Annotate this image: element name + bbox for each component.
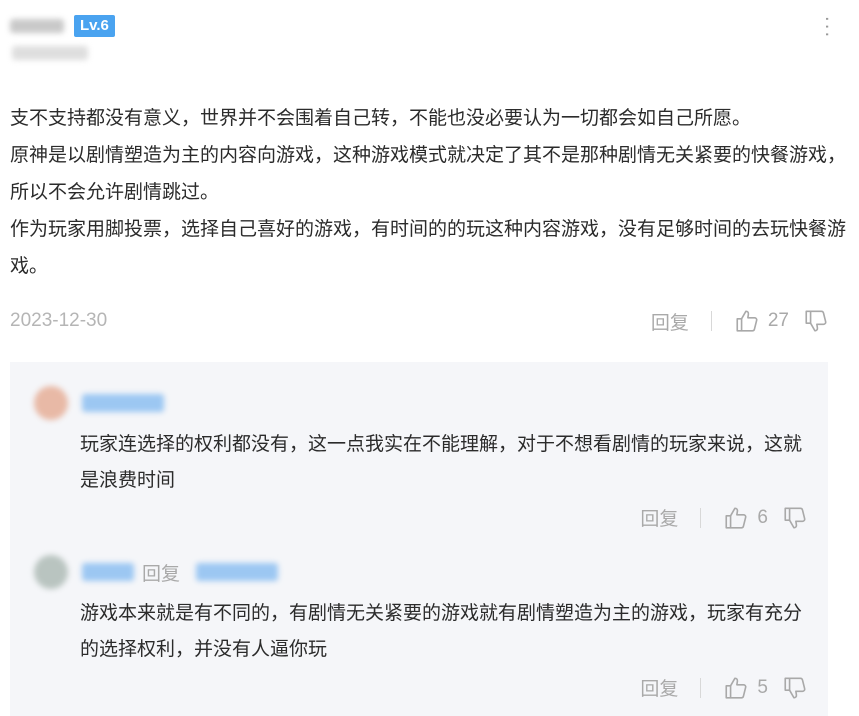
author-subinfo-blurred bbox=[12, 46, 88, 60]
reply-button[interactable]: 回复 bbox=[640, 504, 678, 531]
thumbs-up-icon[interactable] bbox=[723, 675, 749, 701]
comment-author-row: Lv.6 bbox=[10, 13, 115, 39]
like-count: 6 bbox=[757, 506, 768, 528]
author-name-blurred[interactable] bbox=[10, 19, 64, 33]
thumbs-up-icon[interactable] bbox=[734, 308, 760, 334]
comment-paragraph: 原神是以剧情塑造为主的内容向游戏，这种游戏模式就决定了其不是那种剧情无关紧要的快… bbox=[10, 144, 847, 203]
reply-author-blurred[interactable] bbox=[82, 563, 134, 581]
reply-meta-row: 回复 6 bbox=[640, 504, 808, 531]
more-vertical-icon[interactable]: ··· bbox=[816, 16, 837, 39]
thumbs-down-icon[interactable] bbox=[782, 505, 808, 531]
like-count: 5 bbox=[757, 676, 768, 698]
reply-button[interactable]: 回复 bbox=[640, 674, 678, 701]
avatar[interactable] bbox=[34, 555, 68, 589]
thumbs-down-icon[interactable] bbox=[803, 308, 829, 334]
like-count: 27 bbox=[767, 310, 789, 331]
reply-meta-row: 回复 5 bbox=[640, 674, 808, 701]
reply-item: 回复 游戏本来就是有不同的，有剧情无关紧要的游戏就有剧情塑造为主的游戏，玩家有充… bbox=[10, 537, 828, 716]
thumbs-down-icon[interactable] bbox=[782, 675, 808, 701]
reply-target-blurred[interactable] bbox=[196, 563, 278, 581]
avatar[interactable] bbox=[34, 386, 68, 420]
thumbs-up-icon[interactable] bbox=[723, 505, 749, 531]
reply-to-label: 回复 bbox=[142, 563, 181, 585]
divider bbox=[710, 311, 712, 331]
reply-text: 游戏本来就是有不同的，有剧情无关紧要的游戏就有剧情塑造为主的游戏，玩家有充分的选… bbox=[80, 602, 803, 660]
reply-author-blurred[interactable] bbox=[82, 394, 164, 412]
level-badge: Lv.6 bbox=[74, 15, 115, 37]
comment-body: 支不支持都没有意义，世界并不会围着自己转，不能也没必要认为一切都会如自己所愿。 … bbox=[10, 100, 850, 285]
comment-meta-row: 2023-12-30 回复 27 bbox=[10, 306, 829, 336]
comment-paragraph: 支不支持都没有意义，世界并不会围着自己转，不能也没必要认为一切都会如自己所愿。 bbox=[10, 107, 752, 129]
reply-button[interactable]: 回复 bbox=[651, 308, 689, 335]
comment-date: 2023-12-30 bbox=[10, 310, 108, 331]
reply-text: 玩家连选择的权利都没有，这一点我实在不能理解，对于不想看剧情的玩家来说，这就是浪… bbox=[80, 433, 803, 491]
reply-item: 玩家连选择的权利都没有，这一点我实在不能理解，对于不想看剧情的玩家来说，这就是浪… bbox=[10, 362, 828, 537]
comment-paragraph: 作为玩家用脚投票，选择自己喜好的游戏，有时间的的玩这种内容游戏，没有足够时间的去… bbox=[10, 218, 847, 277]
divider bbox=[700, 677, 702, 698]
replies-container: 玩家连选择的权利都没有，这一点我实在不能理解，对于不想看剧情的玩家来说，这就是浪… bbox=[10, 362, 828, 716]
divider bbox=[700, 507, 702, 528]
